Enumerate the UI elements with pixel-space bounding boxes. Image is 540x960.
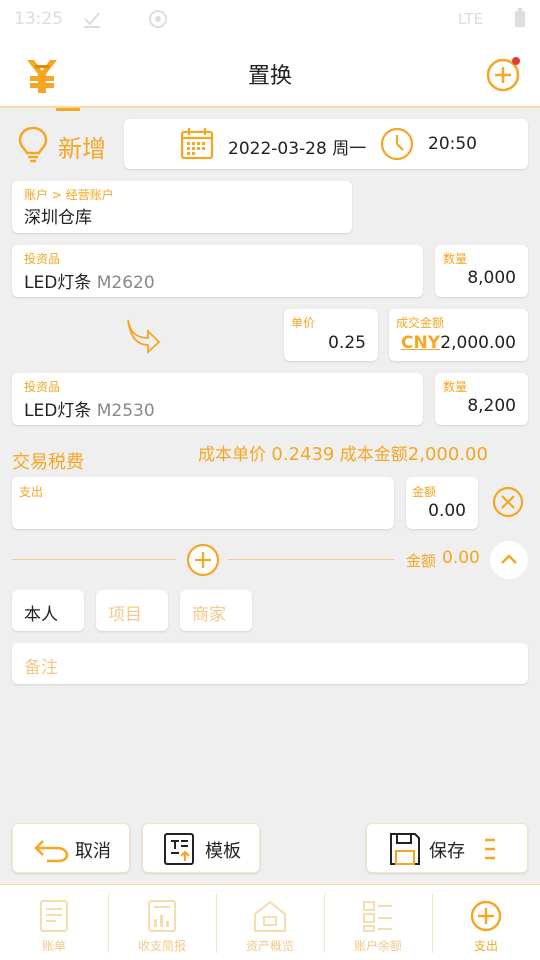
cost-amount-label: 成本金额	[339, 445, 408, 465]
page-title: 置换	[247, 64, 292, 89]
unit-price-value: 0.25	[328, 333, 366, 353]
tax-amount-label: 金额	[412, 485, 437, 499]
status-bar: 13:25 LTE	[0, 0, 540, 40]
save-button[interactable]: 保存	[366, 823, 528, 873]
header-indicator	[56, 108, 80, 111]
tab-expense-label: 支出	[473, 939, 498, 953]
calendar-icon[interactable]	[180, 127, 214, 161]
house-icon	[252, 899, 288, 933]
tab-income-brief-label: 收支简报	[137, 939, 186, 953]
mode-label: 新增	[58, 135, 106, 163]
cost-summary: 成本单价 0.2439 成本金额2,000.00	[198, 440, 488, 465]
source-qty-label: 数量	[443, 252, 468, 266]
unit-cost-value: 0.2439	[271, 444, 335, 465]
target-qty-label: 数量	[443, 380, 468, 394]
trade-amount-value: 2,000.00	[440, 333, 516, 353]
merchant-tag-label: 商家	[192, 605, 226, 625]
add-tax-icon[interactable]	[185, 542, 221, 578]
report-icon	[146, 899, 178, 933]
time-value[interactable]: 20:50	[428, 134, 477, 154]
note-placeholder: 备注	[24, 658, 58, 678]
unit-price-field[interactable]: 单价 0.25	[284, 309, 378, 361]
tab-income-brief[interactable]: 收支简报	[108, 885, 216, 960]
tab-assets-overview-label: 资产概览	[245, 939, 294, 953]
bill-icon	[38, 899, 70, 933]
collapse-button[interactable]	[490, 541, 528, 579]
project-tag-label: 项目	[108, 605, 142, 625]
cancel-label: 取消	[75, 841, 111, 862]
merchant-tag[interactable]: 商家	[180, 590, 252, 631]
tab-bills[interactable]: 账单	[0, 885, 108, 960]
lightbulb-icon	[18, 126, 48, 164]
currency-selector[interactable]: CNY	[401, 333, 440, 353]
battery-icon	[514, 8, 526, 28]
chevron-up-icon	[500, 553, 518, 565]
tab-bills-label: 账单	[41, 939, 66, 953]
undo-icon	[33, 837, 69, 863]
target-item-name: LED灯条 M2530	[24, 396, 155, 421]
target-qty-value: 8,200	[467, 396, 516, 416]
check-icon	[82, 10, 102, 28]
source-qty-value: 8,000	[467, 268, 516, 288]
unit-cost-label: 成本单价	[198, 445, 266, 465]
expense-field[interactable]: 支出	[12, 477, 394, 529]
expense-label: 支出	[19, 485, 44, 499]
divider-right	[228, 559, 394, 560]
project-tag[interactable]: 项目	[96, 590, 168, 631]
note-field[interactable]: 备注	[12, 643, 528, 684]
cancel-button[interactable]: 取消	[12, 823, 130, 873]
cost-amount-value: 2,000.00	[407, 444, 488, 465]
unit-price-label: 单价	[291, 316, 316, 330]
list-grid-icon	[362, 899, 394, 933]
source-qty-field[interactable]: 数量 8,000	[435, 245, 528, 297]
tax-section-title: 交易税费	[12, 452, 84, 473]
bottom-tab-bar: 账单 收支简报 资产概览 账户余额 支出	[0, 884, 540, 960]
target-qty-field[interactable]: 数量 8,200	[435, 373, 528, 425]
tab-account-balance-label: 账户余额	[353, 939, 402, 953]
account-label: 账户 > 经营账户	[24, 188, 114, 202]
tab-assets-overview[interactable]: 资产概览	[216, 885, 324, 960]
source-item-code: M2620	[96, 273, 155, 293]
status-time: 13:25	[14, 9, 63, 29]
account-value: 深圳仓库	[24, 208, 92, 228]
source-item-name-text: LED灯条	[24, 273, 92, 293]
divider-left	[12, 559, 176, 560]
target-item-code: M2530	[96, 401, 155, 421]
tab-expense[interactable]: 支出	[432, 885, 540, 960]
sync-icon	[148, 9, 168, 29]
total-value: 0.00	[442, 548, 480, 568]
template-icon	[163, 832, 195, 866]
app-header: 置换	[0, 40, 540, 108]
template-label: 模板	[205, 841, 241, 862]
tab-account-balance[interactable]: 账户余额	[324, 885, 432, 960]
datetime-card[interactable]: 2022-03-28 周一 20:50	[124, 119, 528, 169]
target-item-field[interactable]: 投资品 LED灯条 M2530	[12, 373, 423, 425]
trade-amount-field[interactable]: 成交金额 CNY 2,000.00	[389, 309, 528, 361]
account-field[interactable]: 账户 > 经营账户 深圳仓库	[12, 181, 352, 233]
date-value[interactable]: 2022-03-28 周一	[228, 134, 366, 159]
source-item-name: LED灯条 M2620	[24, 268, 155, 293]
target-item-name-text: LED灯条	[24, 401, 92, 421]
save-disk-icon	[389, 832, 421, 866]
person-tag-label: 本人	[24, 605, 58, 625]
target-item-label: 投资品	[24, 380, 61, 394]
trade-amount-label: 成交金额	[396, 316, 445, 330]
arrow-down-right-icon	[124, 318, 162, 354]
add-circle-icon[interactable]	[486, 56, 522, 92]
template-button[interactable]: 模板	[142, 823, 260, 873]
source-item-field[interactable]: 投资品 LED灯条 M2620	[12, 245, 423, 297]
network-label: LTE	[458, 10, 483, 28]
tax-amount-value: 0.00	[428, 501, 466, 521]
save-label: 保存	[429, 841, 465, 862]
person-tag[interactable]: 本人	[12, 590, 84, 631]
source-item-label: 投资品	[24, 252, 61, 266]
more-options-icon[interactable]	[483, 837, 497, 861]
add-circle-icon	[469, 899, 503, 933]
clock-icon[interactable]	[380, 127, 414, 161]
total-label: 金额	[406, 552, 437, 570]
tax-amount-field[interactable]: 金额 0.00	[406, 477, 478, 529]
remove-tax-icon[interactable]	[491, 485, 525, 519]
